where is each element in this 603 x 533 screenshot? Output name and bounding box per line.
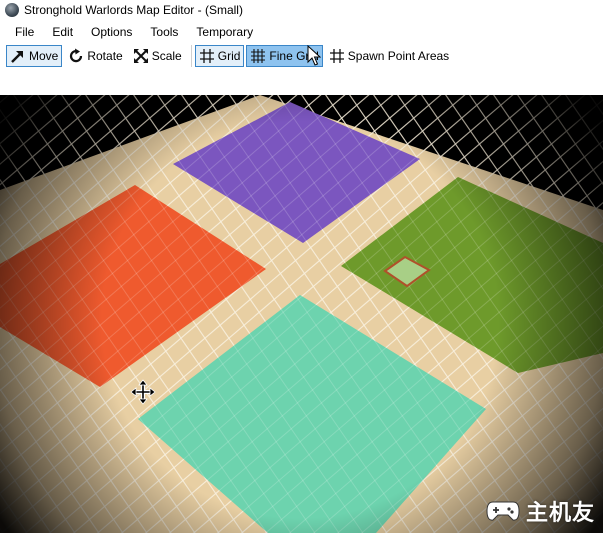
menu-edit[interactable]: Edit xyxy=(43,22,82,42)
rotate-label: Rotate xyxy=(87,49,123,63)
menu-bar: File Edit Options Tools Temporary xyxy=(0,22,262,42)
menu-file[interactable]: File xyxy=(0,22,43,42)
move-label: Move xyxy=(29,49,59,63)
window-title: Stronghold Warlords Map Editor - (Small) xyxy=(24,3,243,17)
scale-button[interactable]: Scale xyxy=(129,45,186,67)
map-viewport[interactable] xyxy=(0,95,603,533)
spawn-grid-icon xyxy=(329,49,344,63)
toolbar-separator xyxy=(190,45,192,67)
scale-label: Scale xyxy=(151,49,182,63)
mouse-pointer-icon xyxy=(307,45,321,66)
arrow-icon xyxy=(11,51,23,63)
toolbar: Move Rotate Scale Grid Fine Grid Spawn P… xyxy=(6,43,455,69)
title-bar: Stronghold Warlords Map Editor - (Small) xyxy=(0,0,603,20)
spawn-point-areas-button[interactable]: Spawn Point Areas xyxy=(325,45,453,67)
rotate-button[interactable]: Rotate xyxy=(64,45,126,67)
watermark-text: 主机友 xyxy=(525,501,595,526)
grid-label: Grid xyxy=(217,49,241,63)
move-button[interactable]: Move xyxy=(6,45,63,67)
menu-temporary[interactable]: Temporary xyxy=(187,22,262,42)
gamepad-icon xyxy=(486,501,520,521)
rotate-icon xyxy=(70,48,83,63)
grid-icon xyxy=(199,49,214,63)
globe-icon xyxy=(5,3,19,17)
scale-icon xyxy=(133,49,148,63)
spawn-label: Spawn Point Areas xyxy=(347,49,450,63)
watermark: 主机友 xyxy=(486,495,595,527)
grid-button[interactable]: Grid xyxy=(194,45,245,67)
vignette-overlay xyxy=(0,95,603,533)
fine-grid-icon xyxy=(251,49,266,63)
menu-tools[interactable]: Tools xyxy=(141,22,187,42)
map-canvas[interactable] xyxy=(0,95,603,533)
menu-options[interactable]: Options xyxy=(82,22,141,42)
